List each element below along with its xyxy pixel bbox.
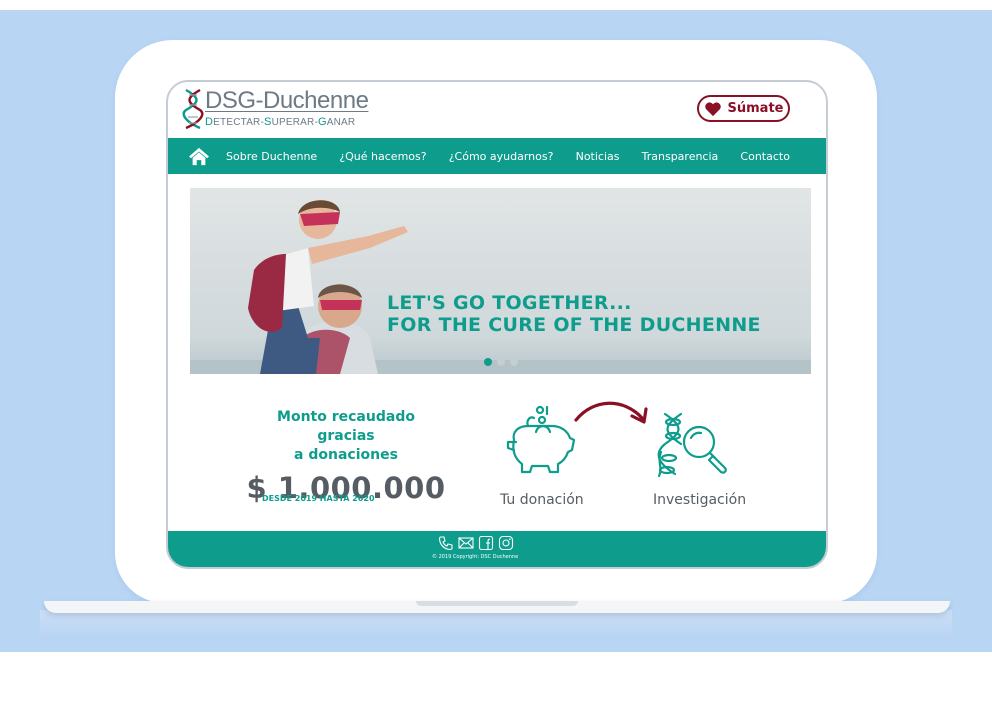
nav-item-contacto[interactable]: Contacto: [740, 150, 790, 163]
brand-tagline: DETECTAR-SUPERAR-GANAR: [205, 116, 368, 128]
hero-photo: [190, 200, 811, 374]
mail-icon[interactable]: [458, 535, 474, 551]
tagline-initial: S: [264, 116, 272, 128]
home-icon[interactable]: [188, 146, 210, 166]
carousel-dot[interactable]: [510, 358, 518, 366]
join-label: Súmate: [727, 101, 784, 116]
stat-title-line-2: a donaciones: [294, 447, 398, 463]
footer: © 2019 Copyright: DSC Duchenne: [168, 531, 826, 567]
nav-item-que-hacemos[interactable]: ¿Qué hacemos?: [339, 150, 426, 163]
tagline-initial: G: [317, 116, 327, 128]
copyright: © 2019 Copyright: DSC Duchenne: [432, 554, 519, 560]
dna-research-icon: [657, 412, 727, 478]
hero-banner[interactable]: LET'S GO TOGETHER... FOR THE CURE OF THE…: [190, 188, 811, 374]
social-links: [438, 535, 514, 551]
hero-headline-1: LET'S GO TOGETHER...: [387, 292, 632, 314]
join-button[interactable]: Súmate: [697, 95, 790, 122]
nav-item-sobre-duchenne[interactable]: Sobre Duchenne: [226, 150, 317, 163]
nav-item-transparencia[interactable]: Transparencia: [642, 150, 719, 163]
laptop-notch: [416, 601, 578, 606]
tagline-word: ETECTAR: [213, 117, 261, 128]
heart-icon: [704, 101, 721, 116]
nav-item-noticias[interactable]: Noticias: [576, 150, 620, 163]
piggy-bank-icon: [506, 405, 576, 474]
laptop-shadow: [40, 610, 952, 636]
website-screen: DSG-Duchenne DETECTAR-SUPERAR-GANAR Súma…: [166, 80, 828, 569]
carousel-dot[interactable]: [497, 358, 505, 366]
research-caption: Investigación: [653, 492, 747, 508]
donations-stat: Monto recaudado gracias a donaciones $ 1…: [246, 408, 446, 505]
donation-caption: Tu donación: [500, 492, 584, 508]
curved-arrow-icon: [574, 401, 648, 424]
carousel-dot[interactable]: [484, 358, 492, 366]
brand-name: DSG-Duchenne: [205, 87, 369, 114]
carousel-dots: [484, 358, 518, 366]
tagline-word: ANAR: [326, 117, 356, 128]
facebook-icon[interactable]: [478, 535, 494, 551]
dna-icon: [182, 88, 204, 130]
tagline-word: UPERAR: [271, 117, 315, 128]
main-nav: Sobre Duchenne ¿Qué hacemos? ¿Cómo ayuda…: [168, 138, 826, 174]
nav-item-como-ayudarnos[interactable]: ¿Cómo ayudarnos?: [449, 150, 554, 163]
stat-title-line-1: Monto recaudado gracias: [277, 409, 415, 444]
tagline-initial: D: [205, 116, 214, 128]
hero-headline-2: FOR THE CURE OF THE DUCHENNE: [387, 314, 761, 336]
instagram-icon[interactable]: [498, 535, 514, 551]
logo[interactable]: DSG-Duchenne DETECTAR-SUPERAR-GANAR: [182, 87, 369, 130]
stat-period: DESDE 2019 HASTA 2020: [262, 494, 375, 503]
phone-icon[interactable]: [438, 535, 454, 551]
